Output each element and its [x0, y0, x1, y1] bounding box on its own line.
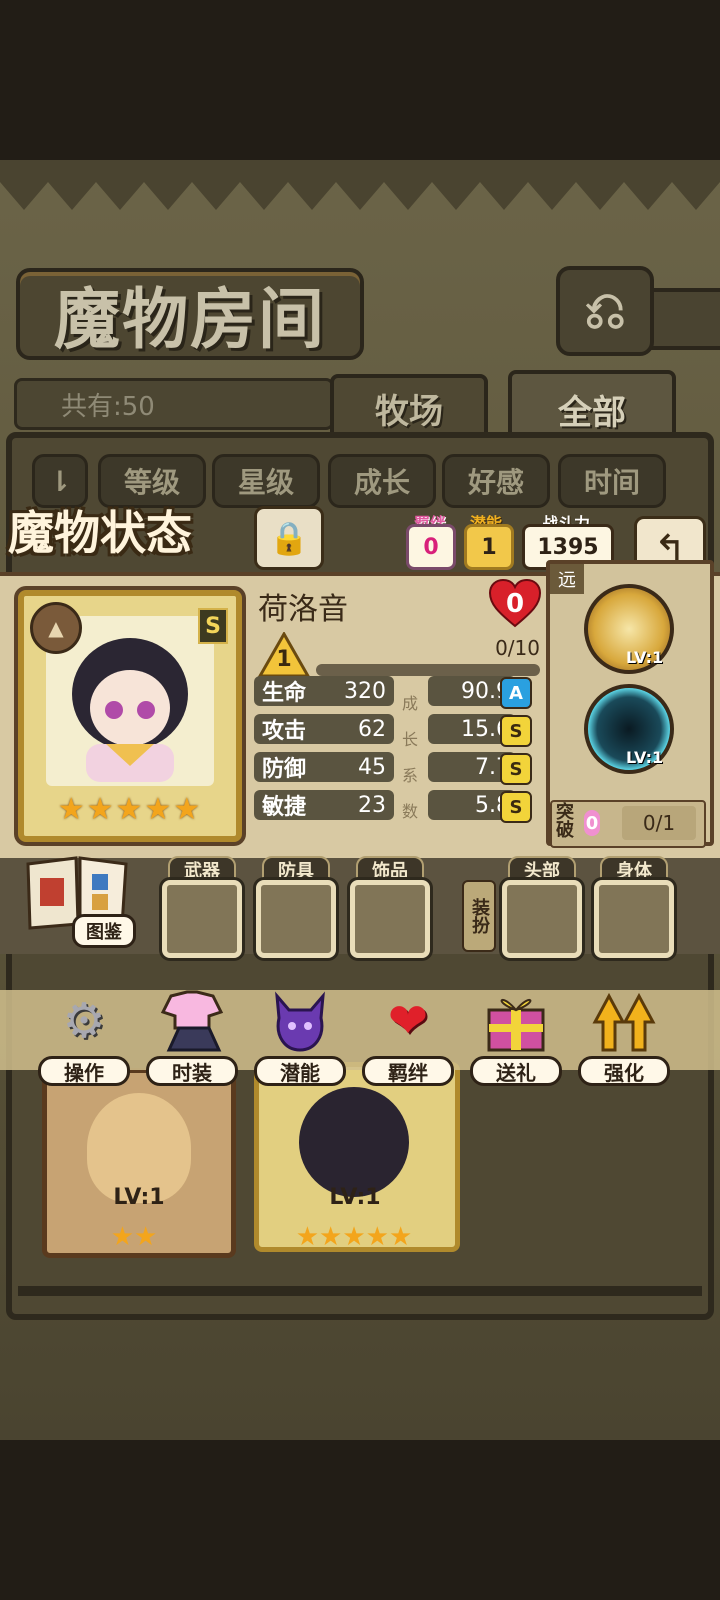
head-slot[interactable]	[502, 880, 582, 958]
action-label: 羁绊	[362, 1056, 454, 1086]
stat-name: 敏捷	[262, 795, 307, 820]
action-label: 时装	[146, 1056, 238, 1086]
growth-grade-badge: S	[500, 753, 532, 785]
page-title: 魔物房间	[16, 268, 364, 360]
potential-button[interactable]: 潜能	[254, 986, 346, 1088]
growth-caption-char: 数	[401, 802, 418, 821]
affection-value: 0	[505, 589, 525, 619]
potential-value: 1	[464, 524, 514, 570]
lock-button[interactable]: 🔒	[254, 506, 324, 570]
monster-stars: ★★	[110, 1222, 158, 1252]
skill-1-button[interactable]: LV:1	[584, 584, 674, 674]
sort-toggle-icon: ⇂	[48, 464, 72, 498]
demon-icon	[262, 986, 338, 1056]
growth-caption-char: 长	[401, 730, 418, 749]
zigzag-border	[0, 160, 720, 210]
action-label: 强化	[578, 1056, 670, 1086]
monster-level: LV:1	[113, 1185, 165, 1210]
skill-level: LV:1	[626, 748, 664, 767]
stat-name: 攻击	[262, 719, 307, 744]
stat-value: 23	[358, 792, 386, 818]
stat-name: 防御	[262, 757, 307, 782]
gift-icon	[478, 986, 554, 1056]
gift-button[interactable]: 送礼	[470, 986, 562, 1088]
body-slot[interactable]	[594, 880, 674, 958]
stat-row-agility: 敏捷 23	[254, 790, 394, 820]
encyclopedia-label: 图鉴	[72, 914, 136, 948]
dress-up-button[interactable]: 装扮	[462, 880, 496, 952]
stat-row-defense: 防御 45	[254, 752, 394, 782]
stat-value: 45	[358, 754, 386, 780]
star-icon: ★	[115, 792, 143, 827]
action-label: 送礼	[470, 1056, 562, 1086]
breakthrough-panel[interactable]: 突破 0 0/1	[550, 800, 706, 848]
exp-bar	[316, 664, 540, 676]
range-type-tag: 远	[550, 564, 584, 594]
growth-caption-char: 系	[401, 766, 418, 785]
growth-grade-badge: S	[500, 791, 532, 823]
sort-affection-button[interactable]: 好感	[442, 454, 550, 508]
rank-badge: S	[198, 608, 228, 644]
growth-grade-badge: S	[500, 715, 532, 747]
bottom-background	[0, 1440, 720, 1600]
top-background	[0, 0, 720, 160]
growth-caption-char: 成	[401, 694, 418, 713]
enhance-button[interactable]: 强化	[578, 986, 670, 1088]
outfit-button[interactable]: 时装	[146, 986, 238, 1088]
skill-level: LV:1	[626, 648, 664, 667]
return-button[interactable]: ⎌	[556, 266, 654, 356]
stat-value: 62	[358, 716, 386, 742]
monster-portrait-frame: ▲ S ★ ★ ★ ★ ★	[18, 590, 242, 842]
outfit-icon	[154, 986, 230, 1056]
stat-row-attack: 攻击 62	[254, 714, 394, 744]
breakthrough-label: 突破	[556, 802, 574, 841]
bond-button[interactable]: ❤ 羁绊	[362, 986, 454, 1088]
weapon-slot[interactable]	[162, 880, 242, 958]
hearts-icon: ❤	[387, 993, 429, 1049]
star-icon: ★	[86, 792, 114, 827]
panel-bottom-edge	[18, 1286, 702, 1296]
armor-slot[interactable]	[256, 880, 336, 958]
sort-growth-button[interactable]: 成长	[328, 454, 436, 508]
action-label: 操作	[38, 1056, 130, 1086]
breakthrough-count: 0	[584, 810, 600, 836]
upgrade-arrows-icon	[586, 986, 662, 1056]
sort-time-button[interactable]: 时间	[558, 454, 666, 508]
star-rating: ★ ★ ★ ★ ★	[54, 792, 204, 827]
encyclopedia-button[interactable]: 图鉴	[22, 852, 136, 948]
operate-button[interactable]: ⚙ 操作	[38, 986, 130, 1088]
skill-2-button[interactable]: LV:1	[584, 684, 674, 774]
star-icon: ★	[144, 792, 172, 827]
monster-count: 共有:50	[14, 378, 334, 430]
return-arrow-icon: ⎌	[584, 280, 626, 341]
monster-level: 1	[276, 646, 292, 672]
breakthrough-progress: 0/1	[622, 806, 696, 840]
star-icon: ★	[173, 792, 201, 827]
gear-icon: ⚙	[62, 993, 106, 1049]
monster-level: LV:1	[329, 1185, 381, 1210]
growth-grade-badge: A	[500, 677, 532, 709]
star-icon: ★	[57, 792, 85, 827]
stat-name: 生命	[262, 681, 307, 706]
monster-stars: ★★★★★	[295, 1222, 413, 1252]
status-title: 魔物状态	[8, 506, 192, 560]
stat-row-hp: 生命 320	[254, 676, 394, 706]
stat-value: 320	[344, 678, 386, 704]
monster-portrait	[299, 1087, 409, 1197]
bond-value: 0	[406, 524, 456, 570]
accessory-slot[interactable]	[350, 880, 430, 958]
action-label: 潜能	[254, 1056, 346, 1086]
ranged-class-icon: ▲	[30, 602, 82, 654]
lock-icon: 🔒	[269, 519, 309, 557]
exp-text: 0/10	[495, 636, 540, 660]
